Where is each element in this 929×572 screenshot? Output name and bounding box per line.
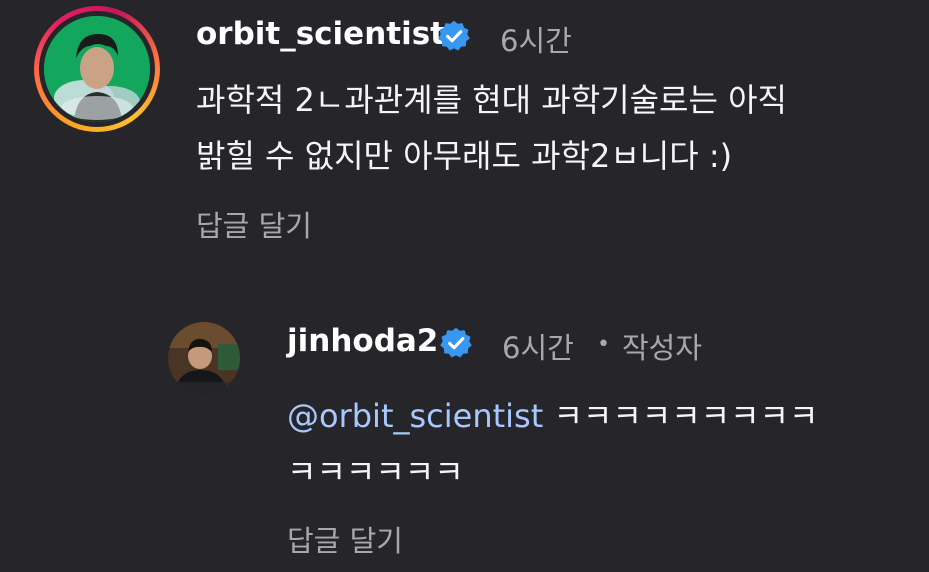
mention-link[interactable]: @orbit_scientist	[287, 397, 543, 435]
avatar[interactable]	[168, 322, 240, 394]
avatar-photo	[168, 322, 240, 394]
author-badge: 작성자	[622, 331, 703, 365]
reply-text: @orbit_scientist ㅋㅋㅋㅋㅋㅋㅋㅋㅋ ㅋㅋㅋㅋㅋㅋ	[287, 388, 818, 500]
reply-item: jinhoda2 6시간 • 작성자 @orbit_scientist ㅋㅋㅋㅋ…	[0, 0, 929, 572]
reply-text-fragment: ㅋㅋㅋㅋㅋㅋㅋㅋㅋ	[543, 397, 819, 435]
reply-text-line: ㅋㅋㅋㅋㅋㅋ	[287, 453, 464, 491]
reply-button[interactable]: 답글 달기	[287, 518, 403, 560]
separator-dot: •	[597, 332, 610, 357]
verified-badge-icon	[440, 327, 472, 358]
reply-timestamp: 6시간	[502, 331, 574, 365]
reply-text-line: @orbit_scientist ㅋㅋㅋㅋㅋㅋㅋㅋㅋ	[287, 388, 818, 444]
reply-username[interactable]: jinhoda2	[287, 323, 438, 359]
